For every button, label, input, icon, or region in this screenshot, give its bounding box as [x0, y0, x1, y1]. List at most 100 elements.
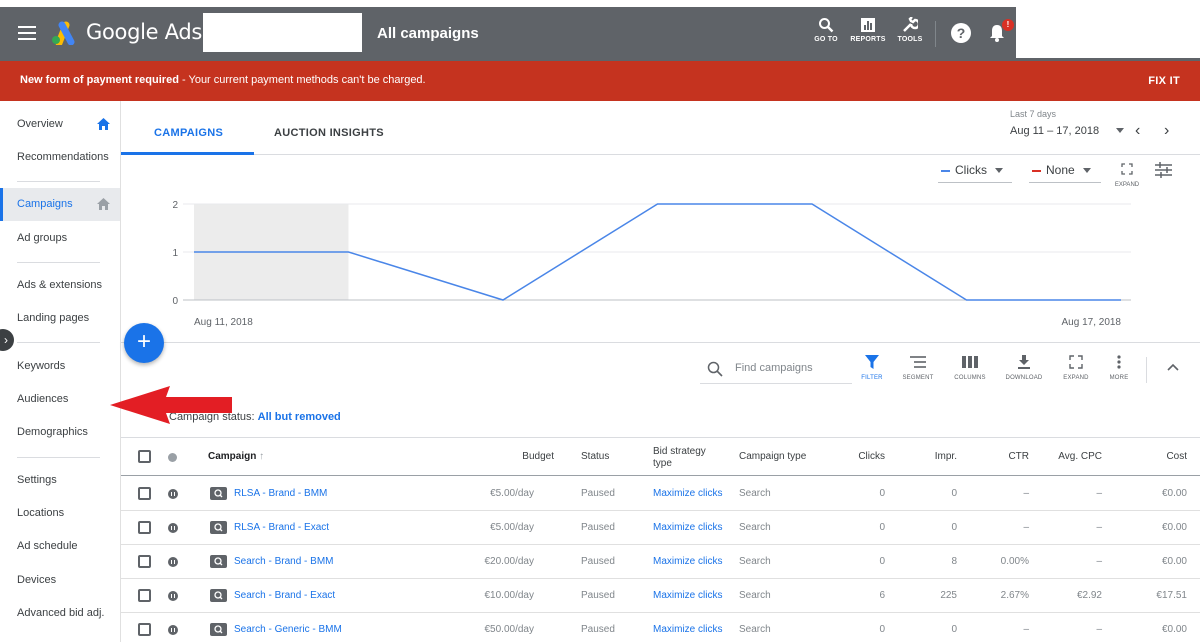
- bid-strategy-link[interactable]: Maximize clicks: [653, 488, 722, 499]
- bid-strategy-link[interactable]: Maximize clicks: [653, 522, 722, 533]
- download-button[interactable]: DOWNLOAD: [1002, 355, 1046, 381]
- cost-cell: €0.00: [1161, 624, 1187, 635]
- row-checkbox[interactable]: [138, 555, 151, 568]
- table-row[interactable]: Search - Brand - Exact €10.00/day Paused Ma…: [121, 579, 1200, 613]
- status-cell[interactable]: Paused: [581, 556, 615, 567]
- help-icon[interactable]: ?: [951, 23, 971, 43]
- find-campaigns-search[interactable]: [700, 356, 852, 384]
- campaign-name-link[interactable]: Search - Brand - BMM: [234, 556, 333, 567]
- campaign-type-cell: Search: [739, 488, 771, 499]
- column-avg-cpc[interactable]: Avg. CPC: [1031, 451, 1102, 462]
- campaign-name-link[interactable]: Search - Brand - Exact: [234, 590, 335, 601]
- row-checkbox[interactable]: [138, 487, 151, 500]
- search-input[interactable]: [735, 362, 850, 374]
- sidebar-item-ad-groups[interactable]: Ad groups: [0, 222, 120, 255]
- ctr-cell: 2.67%: [1000, 590, 1029, 601]
- column-impr[interactable]: Impr.: [897, 451, 957, 462]
- clicks-cell: 0: [879, 522, 885, 533]
- budget-cell[interactable]: €5.00/day: [464, 488, 534, 499]
- filter-chip-row: Campaign status: All but removed: [121, 402, 1200, 436]
- table-row[interactable]: Search - Generic - BMM €50.00/day Paused Ma…: [121, 613, 1200, 642]
- status-cell[interactable]: Paused: [581, 522, 615, 533]
- budget-cell[interactable]: €20.00/day: [464, 556, 535, 567]
- select-all-checkbox[interactable]: [138, 450, 151, 463]
- budget-cell[interactable]: €5.00/day: [464, 522, 534, 533]
- sidebar-divider: [17, 181, 100, 182]
- sidebar-item-devices[interactable]: Devices: [0, 564, 120, 597]
- ctr-cell: –: [1023, 522, 1029, 533]
- status-cell[interactable]: Paused: [581, 590, 615, 601]
- segment-label: SEGMENT: [902, 375, 934, 381]
- user-account[interactable]: [1016, 7, 1200, 58]
- column-ctr[interactable]: CTR: [969, 451, 1029, 462]
- sidebar-item-ads-extensions[interactable]: Ads & extensions: [0, 269, 120, 302]
- status-cell[interactable]: Paused: [581, 624, 615, 635]
- budget-cell[interactable]: €10.00/day: [464, 590, 535, 601]
- columns-label: COLUMNS: [954, 375, 986, 381]
- add-campaign-button[interactable]: +: [124, 323, 164, 363]
- sidebar-item-locations[interactable]: Locations: [0, 497, 120, 530]
- account-selector[interactable]: [203, 13, 362, 52]
- chart-adjust-icon[interactable]: [1155, 162, 1172, 178]
- date-prev-chevron-icon[interactable]: ‹: [1135, 122, 1140, 140]
- top-strip: [0, 0, 1200, 7]
- table-row[interactable]: RLSA - Brand - Exact €5.00/day Paused Maxim…: [121, 511, 1200, 545]
- sidebar-item-demographics[interactable]: Demographics: [0, 416, 120, 449]
- segment-button[interactable]: SEGMENT: [896, 355, 940, 381]
- column-cost[interactable]: Cost: [1121, 451, 1187, 462]
- row-checkbox[interactable]: [138, 521, 151, 534]
- status-cell[interactable]: Paused: [581, 488, 615, 499]
- row-checkbox[interactable]: [138, 623, 151, 636]
- collapse-chevron-up-icon[interactable]: [1166, 362, 1180, 372]
- campaign-name-link[interactable]: Search - Generic - BMM: [234, 624, 342, 635]
- column-bid-strategy-type[interactable]: Bid strategy type: [653, 446, 706, 470]
- date-range-selector[interactable]: Aug 11 – 17, 2018: [1010, 125, 1099, 137]
- table-row[interactable]: RLSA - Brand - BMM €5.00/day Paused Maximiz…: [121, 477, 1200, 511]
- fix-it-button[interactable]: FIX IT: [1148, 75, 1180, 87]
- bid-strategy-link[interactable]: Maximize clicks: [653, 624, 722, 635]
- search-icon: [707, 361, 723, 377]
- clicks-cell: 0: [879, 624, 885, 635]
- goto-button[interactable]: GO TO: [806, 17, 846, 43]
- column-campaign-type[interactable]: Campaign type: [739, 451, 806, 462]
- search-campaign-icon: [210, 623, 227, 636]
- bid-strategy-link[interactable]: Maximize clicks: [653, 556, 722, 567]
- row-checkbox[interactable]: [138, 589, 151, 602]
- campaign-name-link[interactable]: RLSA - Brand - Exact: [234, 522, 329, 533]
- column-status[interactable]: Status: [581, 451, 609, 462]
- sidebar-item-recommendations[interactable]: Recommendations: [0, 141, 120, 174]
- sidebar-item-ad-schedule[interactable]: Ad schedule: [0, 530, 120, 563]
- avg-cpc-cell: –: [1096, 556, 1102, 567]
- tools-button[interactable]: TOOLS: [890, 17, 930, 43]
- app-header: Google Ads All campaigns GO TO REPORTS T…: [0, 7, 1200, 61]
- tab-campaigns[interactable]: CAMPAIGNS: [154, 127, 223, 139]
- sidebar-item-settings[interactable]: Settings: [0, 464, 120, 497]
- menu-icon[interactable]: [18, 26, 36, 40]
- column-campaign[interactable]: Campaign ↑: [208, 451, 264, 462]
- sidebar-item-keywords[interactable]: Keywords: [0, 350, 120, 383]
- budget-cell[interactable]: €50.00/day: [464, 624, 535, 635]
- fullscreen-icon: [1121, 163, 1133, 175]
- columns-button[interactable]: COLUMNS: [948, 355, 992, 381]
- chart-expand-button[interactable]: EXPAND: [1112, 162, 1142, 188]
- table-row[interactable]: Search - Brand - BMM €20.00/day Paused Maxi…: [121, 545, 1200, 579]
- metric2-selector[interactable]: None: [1032, 163, 1091, 177]
- bid-strategy-link[interactable]: Maximize clicks: [653, 590, 722, 601]
- date-next-chevron-icon[interactable]: ›: [1164, 122, 1169, 140]
- date-dropdown-icon[interactable]: [1116, 128, 1124, 133]
- metric1-selector[interactable]: Clicks: [941, 163, 1003, 177]
- sidebar-item-audiences[interactable]: Audiences: [0, 383, 120, 416]
- campaign-name-link[interactable]: RLSA - Brand - BMM: [234, 488, 327, 499]
- sidebar-item-advanced-bid-adj[interactable]: Advanced bid adj.: [0, 597, 120, 630]
- reports-button[interactable]: REPORTS: [848, 17, 888, 43]
- more-button[interactable]: MORE: [1097, 355, 1141, 381]
- column-clicks[interactable]: Clicks: [821, 451, 885, 462]
- tab-auction-insights[interactable]: AUCTION INSIGHTS: [274, 127, 384, 139]
- sidebar-item-landing-pages[interactable]: Landing pages: [0, 302, 120, 335]
- table-expand-button[interactable]: EXPAND: [1054, 355, 1098, 381]
- filter-button[interactable]: FILTER: [850, 355, 894, 381]
- more-icon: [1117, 355, 1121, 369]
- sidebar-item-overview[interactable]: Overview: [0, 108, 120, 141]
- sidebar-item-campaigns[interactable]: Campaigns: [0, 188, 120, 221]
- column-budget[interactable]: Budget: [484, 451, 554, 462]
